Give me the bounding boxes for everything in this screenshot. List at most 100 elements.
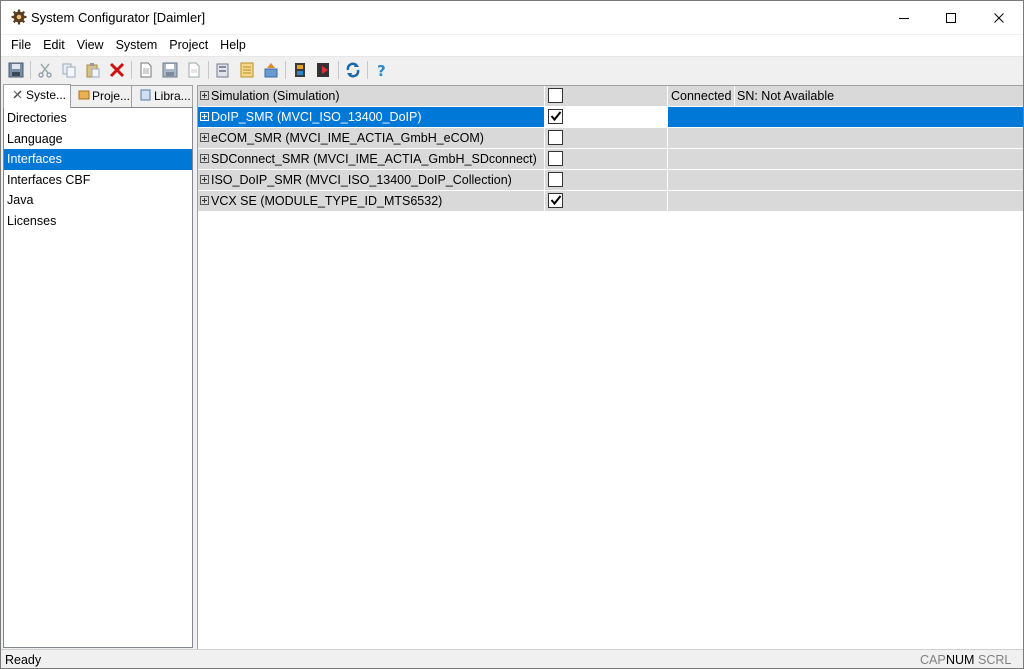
document-icon[interactable] (183, 59, 205, 81)
status-cell (668, 107, 1023, 127)
tab-library[interactable]: Libra... (131, 85, 193, 107)
connection-status: Connected (671, 89, 732, 103)
menu-file[interactable]: File (5, 35, 37, 56)
toolbar-separator (30, 61, 31, 79)
expand-icon[interactable] (200, 133, 209, 142)
enable-checkbox[interactable] (548, 172, 563, 187)
interface-name-cell: eCOM_SMR (MVCI_IME_ACTIA_GmbH_eCOM) (198, 128, 544, 148)
expand-icon[interactable] (200, 175, 209, 184)
expand-icon[interactable] (200, 154, 209, 163)
scroll-lock-indicator: SCRL (978, 653, 1012, 667)
minimize-button[interactable] (881, 1, 927, 34)
table-row[interactable]: VCX SE (MODULE_TYPE_ID_MTS6532) (198, 191, 1023, 212)
help-icon[interactable]: ? (371, 59, 393, 81)
export-icon[interactable] (260, 59, 282, 81)
menu-bar: File Edit View System Project Help (1, 35, 1023, 57)
close-button[interactable] (976, 1, 1022, 34)
paste-icon[interactable] (82, 59, 104, 81)
properties-icon[interactable] (212, 59, 234, 81)
new-document-icon[interactable] (135, 59, 157, 81)
category-list: Directories Language Interfaces Interfac… (3, 107, 193, 648)
enable-cell (545, 86, 667, 106)
enable-cell (545, 191, 667, 211)
application-window: System Configurator [Daimler] File Edit … (0, 0, 1024, 669)
enable-cell (545, 128, 667, 148)
list-item-licenses[interactable]: Licenses (4, 211, 192, 232)
checkmark-icon (550, 111, 562, 122)
enable-checkbox[interactable] (548, 130, 563, 145)
list-item-directories[interactable]: Directories (4, 108, 192, 129)
menu-project[interactable]: Project (163, 35, 214, 56)
status-cell: Connected (668, 86, 1023, 106)
table-row[interactable]: Simulation (Simulation) Connected SN: No… (198, 86, 1023, 107)
interface-name-cell: VCX SE (MODULE_TYPE_ID_MTS6532) (198, 191, 544, 211)
status-text: Ready (5, 653, 42, 667)
print-icon[interactable] (236, 59, 258, 81)
menu-help[interactable]: Help (214, 35, 252, 56)
enable-checkbox[interactable] (548, 151, 563, 166)
tab-library-label: Libra... (154, 89, 191, 103)
serial-number: SN: Not Available (737, 89, 835, 103)
menu-view[interactable]: View (71, 35, 110, 56)
book-icon[interactable] (289, 59, 311, 81)
refresh-icon[interactable] (342, 59, 364, 81)
interface-name: ISO_DoIP_SMR (MVCI_ISO_13400_DoIP_Collec… (211, 173, 512, 187)
library-icon (140, 87, 152, 101)
navigation-pane: Syste... Proje... Libra... Directories L… (1, 83, 195, 649)
interface-name: eCOM_SMR (MVCI_IME_ACTIA_GmbH_eCOM) (211, 131, 484, 145)
status-cell (668, 170, 1023, 190)
toolbar-separator (367, 61, 368, 79)
enable-checkbox[interactable] (548, 88, 563, 103)
enable-cell (545, 170, 667, 190)
enable-checkbox[interactable] (548, 193, 563, 208)
tab-project-label: Proje... (92, 89, 131, 103)
caps-lock-indicator: CAP (920, 653, 946, 667)
pane-tabs: Syste... Proje... Libra... (3, 84, 193, 108)
maximize-button[interactable] (928, 1, 974, 34)
toolbar-separator (285, 61, 286, 79)
num-lock-indicator: NUM (946, 653, 975, 667)
checkmark-icon (550, 195, 562, 206)
interfaces-grid: Simulation (Simulation) Connected SN: No… (197, 85, 1023, 650)
status-cell (668, 149, 1023, 169)
window-title: System Configurator [Daimler] (31, 10, 206, 25)
list-item-java[interactable]: Java (4, 190, 192, 211)
interface-name: SDConnect_SMR (MVCI_IME_ACTIA_GmbH_SDcon… (211, 152, 537, 166)
tools-icon (12, 86, 24, 99)
menu-system[interactable]: System (110, 35, 164, 56)
save-icon[interactable] (5, 59, 27, 81)
list-item-interfaces[interactable]: Interfaces (4, 149, 192, 170)
status-cell (668, 128, 1023, 148)
interface-name: VCX SE (MODULE_TYPE_ID_MTS6532) (211, 194, 443, 208)
menu-edit[interactable]: Edit (37, 35, 71, 56)
tab-system[interactable]: Syste... (3, 84, 71, 108)
toolbar: ? (1, 58, 1023, 82)
table-row[interactable]: DoIP_SMR (MVCI_ISO_13400_DoIP) (198, 107, 1023, 128)
delete-icon[interactable] (106, 59, 128, 81)
cut-icon[interactable] (34, 59, 56, 81)
table-row[interactable]: SDConnect_SMR (MVCI_IME_ACTIA_GmbH_SDcon… (198, 149, 1023, 170)
project-icon (78, 87, 90, 100)
status-cell (668, 191, 1023, 211)
run-icon[interactable] (313, 59, 335, 81)
interface-name: DoIP_SMR (MVCI_ISO_13400_DoIP) (211, 110, 422, 124)
tab-project[interactable]: Proje... (69, 85, 133, 107)
interface-name-cell: DoIP_SMR (MVCI_ISO_13400_DoIP) (198, 107, 544, 127)
save-document-icon[interactable] (159, 59, 181, 81)
list-item-interfaces-cbf[interactable]: Interfaces CBF (4, 170, 192, 191)
gear-icon (11, 9, 27, 25)
toolbar-separator (338, 61, 339, 79)
table-row[interactable]: eCOM_SMR (MVCI_IME_ACTIA_GmbH_eCOM) (198, 128, 1023, 149)
copy-icon[interactable] (58, 59, 80, 81)
enable-checkbox[interactable] (548, 109, 563, 124)
interface-name: Simulation (Simulation) (211, 89, 340, 103)
interface-name-cell: ISO_DoIP_SMR (MVCI_ISO_13400_DoIP_Collec… (198, 170, 544, 190)
expand-icon[interactable] (200, 91, 209, 100)
table-row[interactable]: ISO_DoIP_SMR (MVCI_ISO_13400_DoIP_Collec… (198, 170, 1023, 191)
tab-system-label: Syste... (26, 88, 67, 102)
list-item-language[interactable]: Language (4, 129, 192, 150)
svg-text:?: ? (377, 62, 386, 78)
expand-icon[interactable] (200, 112, 209, 121)
status-bar: Ready CAP NUM SCRL (1, 649, 1023, 668)
expand-icon[interactable] (200, 196, 209, 205)
